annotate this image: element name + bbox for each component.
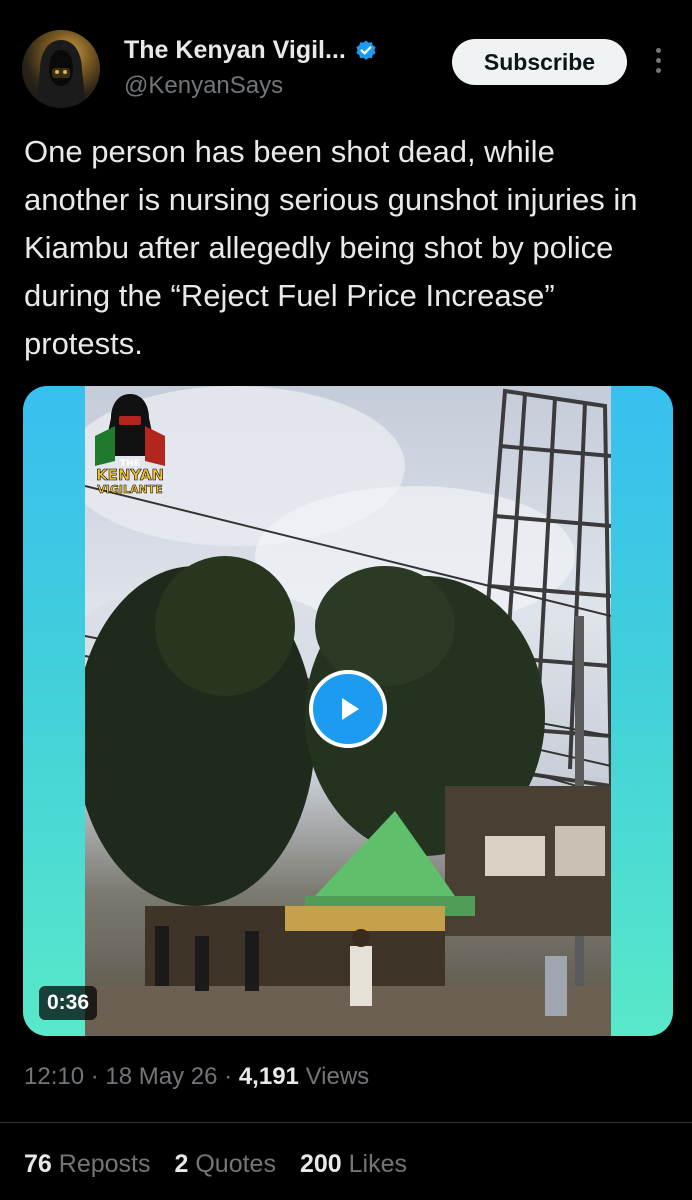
likes-stat[interactable]: 200 Likes bbox=[300, 1150, 407, 1178]
subscribe-button[interactable]: Subscribe bbox=[452, 39, 627, 85]
author-name-row[interactable]: The Kenyan Vigil... bbox=[124, 36, 378, 65]
avatar[interactable] bbox=[22, 30, 100, 108]
meta-separator: · bbox=[224, 1063, 233, 1090]
tweet-meta: 12:10 · 18 May 26 · 4,191 Views bbox=[24, 1063, 369, 1091]
quotes-stat[interactable]: 2 Quotes bbox=[174, 1150, 275, 1178]
meta-separator: · bbox=[90, 1063, 99, 1090]
play-icon bbox=[342, 698, 359, 720]
video-duration: 0:36 bbox=[39, 986, 98, 1020]
divider bbox=[0, 1122, 692, 1123]
kenyan-vigilante-watermark: THE KENYAN VIGILANTE bbox=[95, 394, 165, 496]
play-button[interactable] bbox=[309, 670, 387, 748]
watermark-line-3: VIGILANTE bbox=[97, 483, 162, 496]
likes-label: Likes bbox=[348, 1150, 407, 1178]
hooded-figure-icon bbox=[36, 40, 86, 108]
engagement-stats: 76 Reposts 2 Quotes 200 Likes bbox=[24, 1150, 407, 1179]
quotes-label: Quotes bbox=[195, 1150, 276, 1178]
author-handle[interactable]: @KenyanSays bbox=[124, 72, 283, 100]
reposts-label: Reposts bbox=[58, 1150, 151, 1178]
more-vertical-icon[interactable] bbox=[648, 48, 668, 78]
likes-count: 200 bbox=[299, 1150, 342, 1178]
views-count: 4,191 bbox=[238, 1063, 299, 1090]
tweet-date[interactable]: 18 May 26 bbox=[105, 1063, 217, 1090]
tweet-time[interactable]: 12:10 bbox=[24, 1063, 84, 1090]
tweet-text: One person has been shot dead, while ano… bbox=[24, 134, 638, 361]
author-name[interactable]: The Kenyan Vigil... bbox=[124, 36, 346, 65]
video-player[interactable]: THE KENYAN VIGILANTE 0:36 bbox=[23, 386, 673, 1036]
watermark-line-2: KENYAN bbox=[96, 466, 164, 484]
reposts-stat[interactable]: 76 Reposts bbox=[24, 1150, 150, 1178]
quotes-count: 2 bbox=[174, 1150, 189, 1178]
reposts-count: 76 bbox=[24, 1150, 52, 1178]
views-label: Views bbox=[305, 1063, 370, 1090]
tweet-header: The Kenyan Vigil... @KenyanSays Subscrib… bbox=[0, 0, 692, 120]
verified-badge-icon bbox=[356, 40, 376, 60]
